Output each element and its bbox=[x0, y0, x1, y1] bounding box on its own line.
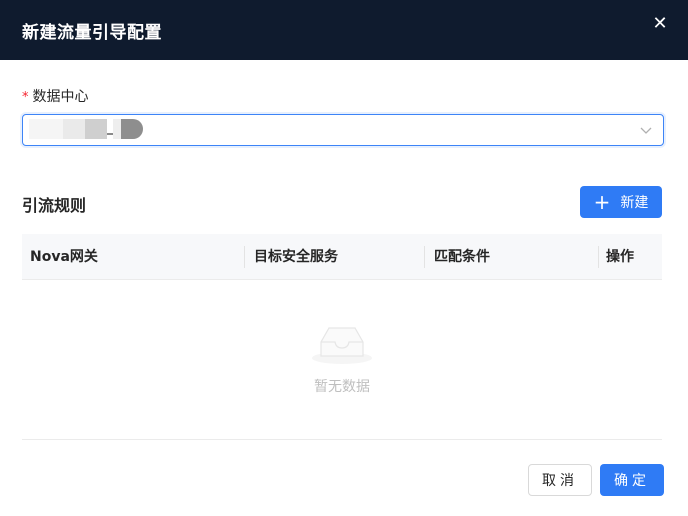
plus-icon: + bbox=[593, 190, 611, 214]
inbox-icon bbox=[312, 327, 372, 364]
column-header-actions: 操作 bbox=[598, 234, 662, 280]
redacted-value bbox=[29, 119, 63, 139]
empty-state: 暂无数据 bbox=[22, 324, 662, 396]
create-traffic-guide-dialog: 新建流量引导配置 ✕ * 数据中心 引流规则 + 新建 Nova网关 目标安全服务… bbox=[0, 0, 688, 516]
empty-text: 暂无数据 bbox=[314, 379, 370, 395]
new-rule-button-label: 新建 bbox=[620, 195, 649, 211]
close-icon[interactable]: ✕ bbox=[650, 14, 670, 34]
redacted-value bbox=[63, 119, 85, 139]
cancel-button[interactable]: 取消 bbox=[528, 464, 592, 496]
datacenter-label: * 数据中心 bbox=[22, 86, 89, 106]
required-mark: * bbox=[22, 90, 29, 105]
redacted-value bbox=[121, 119, 143, 139]
redacted-value bbox=[85, 119, 107, 139]
datacenter-select[interactable] bbox=[22, 114, 664, 146]
redacted-value bbox=[113, 119, 121, 139]
dialog-title: 新建流量引导配置 bbox=[22, 23, 162, 43]
column-header-gateway: Nova网关 bbox=[30, 249, 98, 265]
chevron-down-icon bbox=[640, 127, 652, 134]
table-header: Nova网关 目标安全服务 匹配条件 操作 bbox=[22, 234, 662, 280]
dialog-header: 新建流量引导配置 ✕ bbox=[0, 0, 688, 60]
column-header-match-condition: 匹配条件 bbox=[424, 234, 598, 280]
datacenter-label-text: 数据中心 bbox=[32, 89, 89, 105]
rules-section-title: 引流规则 bbox=[22, 196, 87, 215]
rules-table: Nova网关 目标安全服务 匹配条件 操作 暂无数据 bbox=[22, 234, 662, 440]
column-header-target-service: 目标安全服务 bbox=[244, 234, 424, 280]
confirm-button[interactable]: 确定 bbox=[600, 464, 664, 496]
new-rule-button[interactable]: + 新建 bbox=[580, 186, 662, 218]
